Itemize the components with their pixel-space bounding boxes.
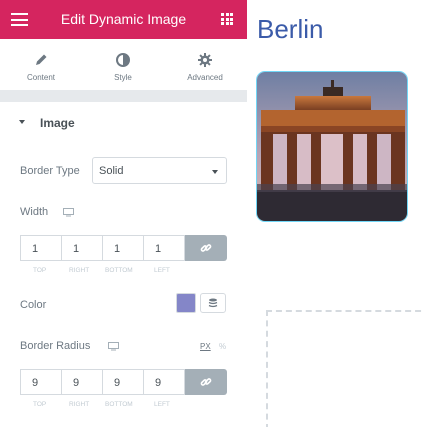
grid-icon[interactable] (221, 13, 233, 25)
desktop-icon[interactable] (63, 208, 74, 217)
tab-style-label: Style (114, 73, 132, 82)
border-type-label: Border Type (20, 165, 80, 177)
panel-tabs: Content Style Advanced (0, 39, 247, 90)
radius-left-input[interactable]: 9 (143, 369, 185, 395)
width-top-input[interactable]: 1 (20, 235, 62, 261)
width-left-caption: LEFT (154, 267, 170, 274)
width-label: Width (20, 206, 49, 218)
radius-right-input[interactable]: 9 (61, 369, 103, 395)
brandenburg-gate-photo (257, 72, 407, 221)
tab-advanced-label: Advanced (187, 73, 223, 82)
desktop-icon[interactable] (108, 342, 119, 351)
panel-title: Edit Dynamic Image (60, 11, 187, 27)
tab-style[interactable]: Style (82, 39, 164, 90)
panel-header: Edit Dynamic Image (0, 0, 247, 39)
color-swatch[interactable] (176, 293, 196, 313)
section-toggle-image[interactable]: Image (0, 102, 247, 142)
width-bottom-input[interactable]: 1 (102, 235, 144, 261)
tab-content-label: Content (26, 73, 56, 82)
radius-left-caption: LEFT (154, 401, 170, 408)
tab-advanced[interactable]: Advanced (164, 39, 246, 90)
link-icon (200, 378, 212, 386)
stack-icon (208, 298, 218, 308)
radius-bottom-caption: BOTTOM (105, 401, 133, 408)
pencil-icon (36, 54, 47, 65)
tab-content[interactable]: Content (0, 39, 82, 90)
width-right-caption: RIGHT (69, 267, 90, 274)
section-title: Image (40, 116, 75, 130)
border-radius-label: Border Radius (20, 340, 91, 352)
controls-area: Border Type Solid Width 1 1 1 1 TOP RIGH… (0, 142, 247, 427)
width-top-caption: TOP (33, 267, 47, 274)
preview-heading[interactable]: Berlin (257, 14, 323, 45)
caret-down-icon (19, 120, 25, 124)
dynamic-image[interactable] (256, 71, 408, 222)
width-inputs: 1 1 1 1 (20, 235, 227, 261)
unit-percent[interactable]: % (219, 342, 226, 351)
radius-right-caption: RIGHT (69, 401, 90, 408)
color-label: Color (20, 299, 47, 311)
width-link-button[interactable] (185, 235, 227, 261)
border-type-value: Solid (99, 165, 124, 177)
width-bottom-caption: BOTTOM (105, 267, 133, 274)
half-circle-icon (116, 53, 130, 67)
global-colors-button[interactable] (200, 293, 226, 313)
radius-top-input[interactable]: 9 (20, 369, 62, 395)
radius-top-caption: TOP (33, 401, 47, 408)
editor-panel: Edit Dynamic Image Content Style Advance… (0, 0, 247, 427)
width-right-input[interactable]: 1 (61, 235, 103, 261)
chevron-down-icon (212, 170, 218, 174)
radius-link-button[interactable] (185, 369, 227, 395)
width-left-input[interactable]: 1 (143, 235, 185, 261)
unit-px[interactable]: PX (200, 342, 211, 351)
gear-icon (198, 53, 212, 67)
border-type-select[interactable]: Solid (92, 157, 227, 184)
radius-bottom-input[interactable]: 9 (102, 369, 144, 395)
empty-drop-area[interactable] (266, 310, 424, 427)
link-icon (200, 244, 212, 252)
preview-canvas: Berlin (247, 0, 424, 427)
border-radius-inputs: 9 9 9 9 (20, 369, 227, 395)
